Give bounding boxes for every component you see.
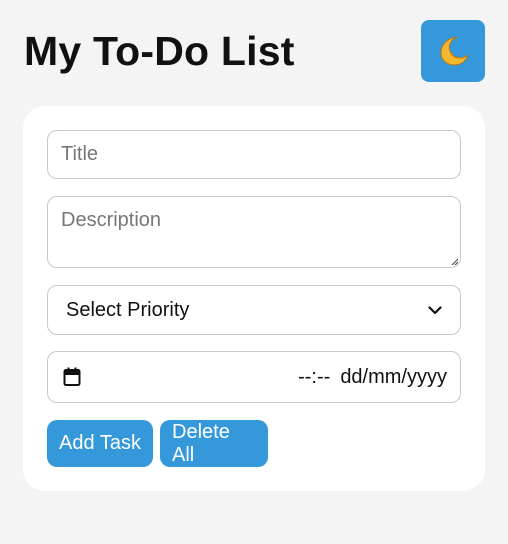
time-segment[interactable]: --:-- <box>298 366 330 389</box>
delete-all-button[interactable]: Delete All <box>160 420 268 467</box>
chevron-down-icon <box>428 305 442 314</box>
action-buttons: Add Task Delete All <box>47 420 268 467</box>
resize-grip-icon[interactable] <box>451 258 458 265</box>
title-input[interactable]: Title <box>47 130 461 179</box>
description-textarea[interactable]: Description <box>47 196 461 268</box>
header: My To-Do List <box>24 20 485 82</box>
priority-selected-value: Select Priority <box>66 298 190 321</box>
add-task-button[interactable]: Add Task <box>47 420 153 467</box>
priority-select[interactable]: Select Priority <box>47 285 461 335</box>
page-title: My To-Do List <box>24 28 295 74</box>
theme-toggle-button[interactable] <box>421 20 485 82</box>
title-placeholder: Title <box>61 143 99 165</box>
datetime-segments: --:-- dd/mm/yyyy <box>298 366 447 389</box>
description-placeholder: Description <box>61 209 162 231</box>
crescent-moon-icon <box>440 36 469 66</box>
calendar-icon[interactable] <box>63 367 81 387</box>
date-segment[interactable]: dd/mm/yyyy <box>340 366 447 389</box>
due-datetime-input[interactable]: --:-- dd/mm/yyyy <box>47 351 461 403</box>
task-form-card: Title Description Select Priority --:-- … <box>23 106 485 491</box>
